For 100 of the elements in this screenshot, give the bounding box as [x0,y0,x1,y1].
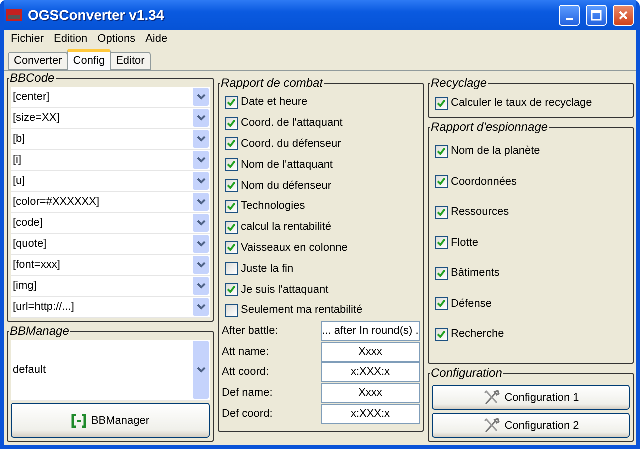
input-field[interactable]: ... after In round(s) . [321,321,420,342]
checkbox-label: Flotte [451,236,479,249]
minimize-button[interactable] [559,4,580,26]
checkbox-label: Coordonnées [451,176,518,188]
menu-item[interactable]: Edition [49,33,93,45]
checkbox-label: Technologies [241,200,306,212]
chevron-down-icon [196,157,206,163]
checkbox-label: Je suis l'attaquant [241,284,329,296]
checkbox[interactable] [225,262,238,276]
dropdown[interactable]: [center] [11,87,210,108]
checkbox-label: Nom de l'attaquant [241,158,333,171]
dropdown[interactable]: [img] [11,276,210,297]
checkbox-label: calcul la rentabilité [241,221,332,234]
dropdown[interactable]: [size=XX] [11,108,210,129]
checkbox-label: Coord. de l'attaquant [241,117,343,130]
input-field[interactable]: x:XXX:x [321,362,420,382]
checkbox[interactable] [225,158,238,172]
checkbox[interactable] [435,96,448,110]
chevron-down-icon [196,262,206,268]
field-label: Def coord: [222,408,274,420]
menu-item[interactable]: Aide [140,33,173,45]
field-label: After battle: [222,325,280,338]
field-label: Att name: [222,346,270,358]
dropdown[interactable]: [u] [11,171,210,192]
configuration-button[interactable]: Configuration 2 [432,413,630,438]
menu-item[interactable]: Options [92,33,141,45]
checkbox[interactable] [225,241,238,254]
bbmanager-button[interactable]: BBManager [11,403,210,438]
dropdown-arrow-button[interactable] [193,193,209,211]
input-field[interactable]: Xxxx [321,342,420,362]
checkbox[interactable] [435,328,448,341]
checkbox[interactable] [225,116,238,130]
checkbox[interactable] [225,96,238,109]
chevron-down-icon [196,115,206,121]
input-field[interactable]: x:XXX:x [321,404,420,424]
checkbox-label: Date et heure [241,96,308,108]
checkbox[interactable] [435,297,448,310]
checkbox-label: Vaisseaux en colonne [241,242,348,254]
dropdown-arrow-button[interactable] [193,130,209,148]
close-button[interactable] [613,4,634,26]
chevron-down-icon [196,220,206,226]
dropdown-arrow-button[interactable] [193,214,209,232]
checkbox-label: Nom du défenseur [241,180,332,192]
checkbox[interactable] [225,179,238,192]
app-icon [6,9,22,21]
tools-icon [482,418,501,434]
menu-item[interactable]: Fichier [6,33,50,45]
checkbox[interactable] [225,200,238,213]
tab[interactable]: Editor [110,52,151,70]
dropdown[interactable]: [b] [11,129,210,150]
checkbox[interactable] [435,144,448,158]
maximize-icon [591,10,602,20]
maximize-button[interactable] [586,4,607,26]
minimize-icon [566,18,573,20]
checkbox[interactable] [225,220,238,234]
checkbox[interactable] [225,283,238,296]
chevron-down-icon [196,199,206,205]
tab[interactable]: Converter [8,52,68,70]
checkbox[interactable] [435,266,448,280]
checkbox[interactable] [435,206,448,219]
checkbox[interactable] [225,304,238,317]
configuration-button[interactable]: Configuration 1 [432,385,630,410]
input-field[interactable]: Xxxx [321,383,420,404]
checkbox-label: Coord. du défenseur [241,138,342,150]
dropdown-arrow-button[interactable] [193,235,209,253]
close-icon [618,10,629,20]
group-title: Recyclage [430,76,488,90]
tools-icon [482,390,501,406]
chevron-down-icon [196,241,206,247]
dropdown[interactable]: [color=#XXXXXX] [11,192,210,213]
checkbox-label: Juste la fin [241,262,294,275]
dropdown[interactable]: default [11,340,210,401]
dropdown-arrow-button[interactable] [193,298,209,316]
chevron-down-icon [196,178,206,184]
dropdown[interactable]: [font=xxx] [11,255,210,276]
checkbox[interactable] [435,236,448,250]
chevron-down-icon [196,367,206,373]
dropdown-arrow-button[interactable] [193,172,209,190]
checkbox[interactable] [225,137,238,150]
checkbox-label: Nom de la planète [451,145,540,158]
checkbox-label: Calculer le taux de recyclage [451,97,592,109]
dropdown-arrow-button[interactable] [193,88,209,106]
checkbox[interactable] [435,175,448,188]
brackets-icon [71,414,88,428]
chevron-down-icon [196,136,206,142]
chevron-down-icon [196,304,206,310]
group-title: Configuration [430,366,504,380]
dropdown-arrow-button[interactable] [193,151,209,169]
dropdown-arrow-button[interactable] [193,277,209,295]
checkbox-label: Bâtiments [451,267,500,280]
dropdown-arrow-button[interactable] [193,109,209,127]
dropdown-arrow-button[interactable] [193,256,209,274]
window-title: OGSConverter v1.34 [28,7,166,23]
dropdown[interactable]: [code] [11,213,210,234]
dropdown[interactable]: [quote] [11,234,210,255]
dropdown[interactable]: [url=http://...] [11,297,210,318]
dropdown[interactable]: [i] [11,150,210,171]
tab[interactable]: Config [67,49,112,70]
group-title: Rapport d'espionnage [430,120,550,134]
group-title: BBManage [9,324,70,338]
